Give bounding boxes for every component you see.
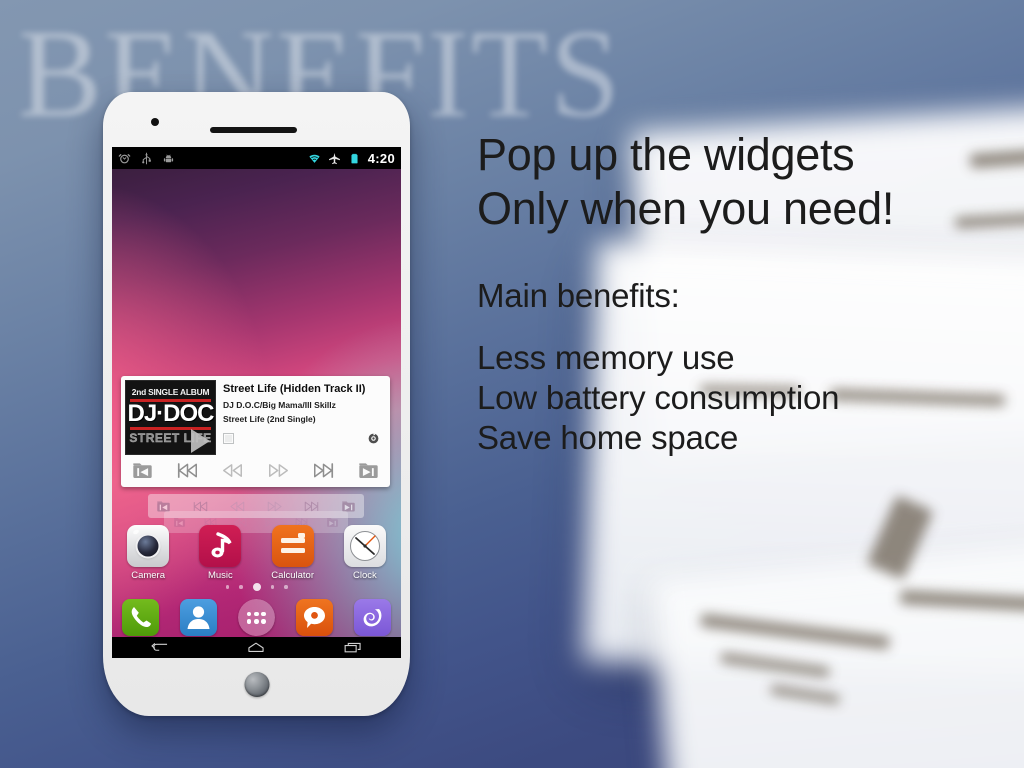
app-grid-icon[interactable] — [237, 599, 275, 636]
playback-controls — [121, 455, 390, 487]
music-note-icon[interactable] — [199, 525, 242, 567]
app-music[interactable]: Music — [187, 525, 253, 581]
music-player-widget[interactable]: 2nd SINGLE ALBUM DJ·DOC STREET LIFE Stre… — [121, 376, 390, 487]
play-triangle-icon[interactable] — [191, 429, 210, 453]
album-art[interactable]: 2nd SINGLE ALBUM DJ·DOC STREET LIFE — [125, 380, 216, 455]
marketing-copy: Pop up the widgets Only when you need! M… — [477, 128, 1017, 458]
app-label: Music — [207, 570, 233, 581]
page-dot[interactable] — [270, 585, 274, 589]
app-label: Camera — [131, 570, 166, 581]
app-camera[interactable]: Camera — [115, 525, 181, 581]
track-album: Street Life (2nd Single) — [223, 414, 316, 424]
camera-icon[interactable] — [127, 525, 170, 567]
front-camera-dot-icon — [151, 118, 159, 126]
status-bar: 4:20 — [112, 147, 401, 169]
track-info: Street Life (Hidden Track II) DJ D.O.C/B… — [216, 380, 386, 455]
benefits-list: Less memory use Low battery consumption … — [477, 338, 1017, 458]
repeat-mode-icon[interactable] — [367, 432, 380, 445]
phone-screen: 4:20 2nd SINGLE ALBUM DJ·DOC STREET LIFE… — [112, 147, 401, 658]
album-art-line1: 2nd SINGLE ALBUM — [131, 388, 210, 397]
skip-previous-button[interactable] — [174, 459, 200, 481]
blurred-paper-3 — [649, 541, 1024, 768]
benefit-item: Low battery consumption — [477, 379, 840, 416]
home-sphere-button[interactable] — [244, 672, 269, 697]
recents-button[interactable] — [338, 640, 368, 655]
page-dot[interactable] — [284, 585, 288, 589]
skip-next-button[interactable] — [311, 459, 337, 481]
home-app-row: Camera Music Calculator Clock — [112, 525, 401, 581]
fast-forward-button[interactable] — [265, 459, 291, 481]
speech-bubble-icon[interactable] — [295, 599, 333, 636]
home-button[interactable] — [241, 640, 271, 655]
app-clock[interactable]: Clock — [332, 525, 398, 581]
android-debug-icon — [163, 154, 174, 162]
phone-device: 4:20 2nd SINGLE ALBUM DJ·DOC STREET LIFE… — [103, 92, 410, 716]
home-dock — [112, 599, 401, 636]
android-nav-bar — [112, 637, 401, 658]
benefit-item: Less memory use — [477, 339, 735, 376]
status-bar-left-icons — [118, 152, 175, 165]
person-icon[interactable] — [180, 599, 218, 636]
track-artist: DJ D.O.C/Big Mama/Ill Skillz — [223, 400, 336, 410]
widget-options-row — [223, 432, 380, 445]
status-bar-clock: 4:20 — [367, 150, 395, 166]
earpiece-speaker-icon — [210, 127, 297, 133]
app-calculator[interactable]: Calculator — [260, 525, 326, 581]
wifi-icon — [309, 154, 320, 163]
page-dot-active[interactable] — [252, 583, 261, 591]
battery-icon — [351, 153, 358, 163]
page-indicator — [112, 583, 401, 591]
phone-handset-icon[interactable] — [122, 599, 160, 636]
folder-previous-button[interactable] — [129, 459, 155, 481]
back-button[interactable] — [145, 640, 175, 655]
widget-top-section: 2nd SINGLE ALBUM DJ·DOC STREET LIFE Stre… — [121, 376, 390, 455]
alarm-icon — [118, 153, 131, 163]
clock-icon[interactable] — [343, 525, 386, 567]
album-art-line2: DJ·DOC — [127, 400, 214, 427]
page-dot[interactable] — [225, 585, 229, 589]
folder-next-button[interactable] — [356, 459, 382, 481]
app-label: Clock — [352, 570, 377, 581]
rewind-button[interactable] — [220, 459, 246, 481]
browser-swirl-icon[interactable] — [353, 599, 391, 636]
page-dot[interactable] — [239, 585, 243, 589]
shuffle-checkbox[interactable] — [223, 433, 234, 444]
headline-text: Pop up the widgets Only when you need! — [477, 129, 895, 234]
usb-icon — [142, 152, 151, 164]
track-title: Street Life (Hidden Track II) — [223, 383, 366, 395]
calculator-icon[interactable] — [271, 525, 314, 567]
status-bar-right-icons: 4:20 — [308, 152, 395, 165]
app-label: Calculator — [271, 570, 315, 581]
benefit-item: Save home space — [477, 419, 739, 456]
airplane-mode-icon — [328, 152, 340, 164]
subhead-text: Main benefits: — [477, 277, 680, 314]
